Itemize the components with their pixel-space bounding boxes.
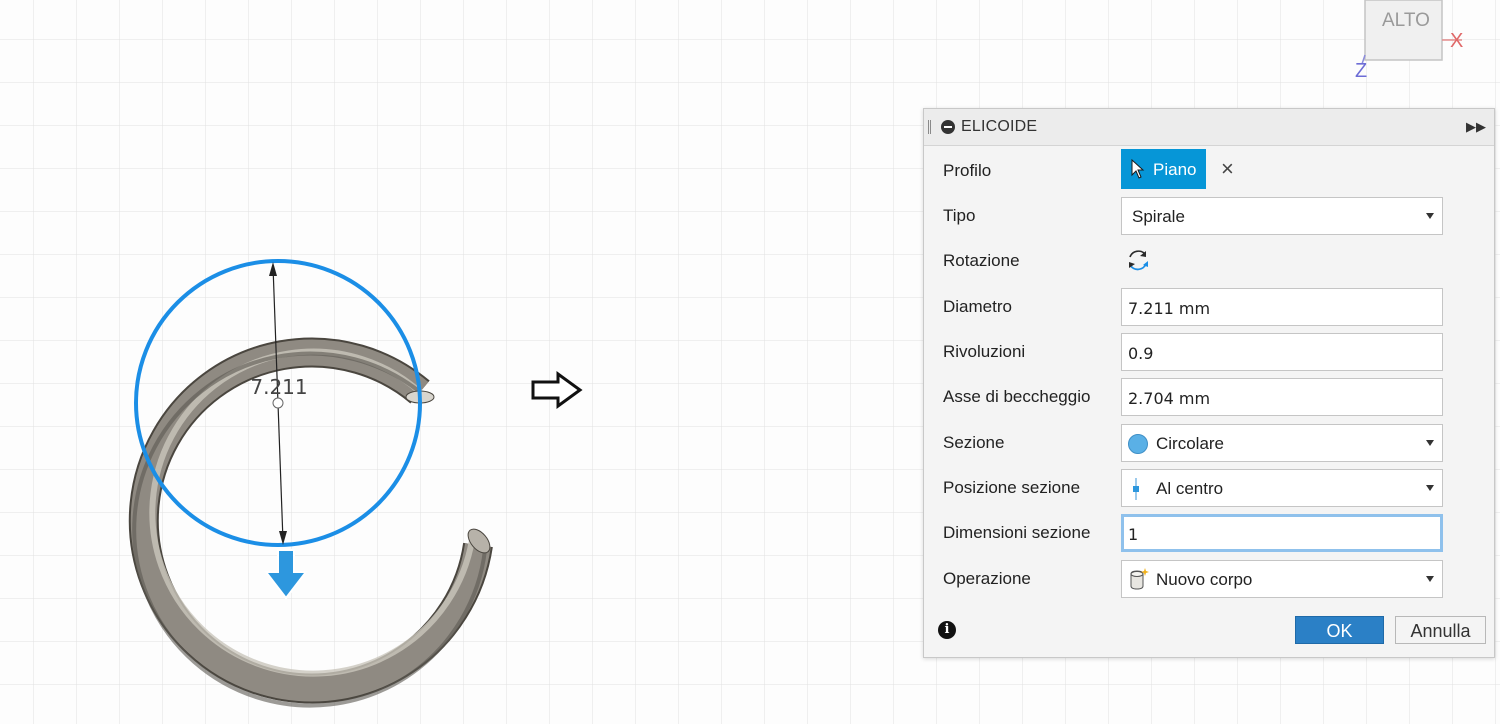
rivoluzioni-value: 0.9 [1128, 344, 1154, 363]
diametro-value: 7.211 mm [1128, 299, 1211, 318]
dimension-label[interactable]: 7.211 [250, 375, 307, 399]
sezione-dropdown[interactable]: Circolare [1121, 424, 1443, 462]
posizione-value: Al centro [1156, 479, 1224, 498]
dimensioni-input[interactable]: 1 [1121, 514, 1443, 552]
operazione-dropdown[interactable]: Nuovo corpo [1121, 560, 1443, 598]
dimensioni-value: 1 [1128, 525, 1139, 544]
dialog-footer: i OK Annulla [924, 603, 1494, 657]
diametro-label: Diametro [943, 297, 1012, 316]
helix-dialog: ELICOIDE ▶▶ Profilo Piano × Tipo Spirale… [923, 108, 1495, 658]
row-rotazione: Rotazione [924, 239, 1494, 284]
ok-button[interactable]: OK [1295, 616, 1384, 644]
viewcube-face-label[interactable]: ALTO [1382, 10, 1430, 32]
expand-icon[interactable]: ▶▶ [1466, 119, 1486, 135]
asse-label: Asse di beccheggio [943, 387, 1091, 406]
clear-selection-icon[interactable]: × [1221, 156, 1234, 182]
row-profilo: Profilo Piano × [924, 149, 1494, 194]
operazione-label: Operazione [943, 569, 1031, 588]
new-body-icon [1130, 568, 1149, 590]
dialog-title: ELICOIDE [961, 118, 1038, 135]
profilo-label: Profilo [943, 161, 992, 180]
asse-value: 2.704 mm [1128, 389, 1211, 408]
row-tipo: Tipo Spirale [924, 194, 1494, 239]
chevron-down-icon [1426, 485, 1434, 491]
dimensioni-label: Dimensioni sezione [943, 523, 1091, 542]
posizione-label: Posizione sezione [943, 478, 1081, 497]
chevron-down-icon [1426, 213, 1434, 219]
row-dimensioni: Dimensioni sezione 1 [924, 511, 1494, 556]
axis-z-label: Z [1355, 60, 1368, 82]
tipo-dropdown[interactable]: Spirale [1121, 197, 1443, 235]
info-icon[interactable]: i [938, 621, 956, 639]
row-posizione: Posizione sezione Al centro [924, 466, 1494, 511]
axis-x-label: X [1450, 30, 1464, 52]
sezione-label: Sezione [943, 433, 1005, 452]
diametro-input[interactable]: 7.211 mm [1121, 288, 1443, 326]
row-asse: Asse di beccheggio 2.704 mm [924, 375, 1494, 420]
row-rivoluzioni: Rivoluzioni 0.9 [924, 330, 1494, 375]
row-diametro: Diametro 7.211 mm [924, 285, 1494, 330]
center-position-icon [1133, 478, 1139, 500]
dialog-header[interactable]: ELICOIDE ▶▶ [924, 109, 1494, 146]
chevron-down-icon [1426, 576, 1434, 582]
profile-selection-button[interactable]: Piano [1121, 149, 1206, 189]
asse-input[interactable]: 2.704 mm [1121, 378, 1443, 416]
row-sezione: Sezione Circolare [924, 421, 1494, 466]
tipo-label: Tipo [943, 206, 976, 225]
collapse-icon[interactable] [941, 120, 955, 134]
posizione-dropdown[interactable]: Al centro [1121, 469, 1443, 507]
rotazione-label: Rotazione [943, 251, 1020, 270]
rivoluzioni-label: Rivoluzioni [943, 342, 1026, 361]
drag-handle-icon[interactable] [928, 120, 931, 134]
operazione-value: Nuovo corpo [1156, 570, 1253, 589]
sezione-value: Circolare [1156, 434, 1225, 453]
tipo-value: Spirale [1132, 207, 1185, 226]
cancel-button[interactable]: Annulla [1395, 616, 1486, 644]
profile-selection-label: Piano [1153, 160, 1197, 179]
rivoluzioni-input[interactable]: 0.9 [1121, 333, 1443, 371]
cursor-arrow-icon [1131, 159, 1145, 179]
circular-section-icon [1128, 434, 1148, 454]
chevron-down-icon [1426, 440, 1434, 446]
rotation-direction-icon[interactable] [1125, 248, 1151, 274]
row-operazione: Operazione Nuovo corpo [924, 557, 1494, 602]
